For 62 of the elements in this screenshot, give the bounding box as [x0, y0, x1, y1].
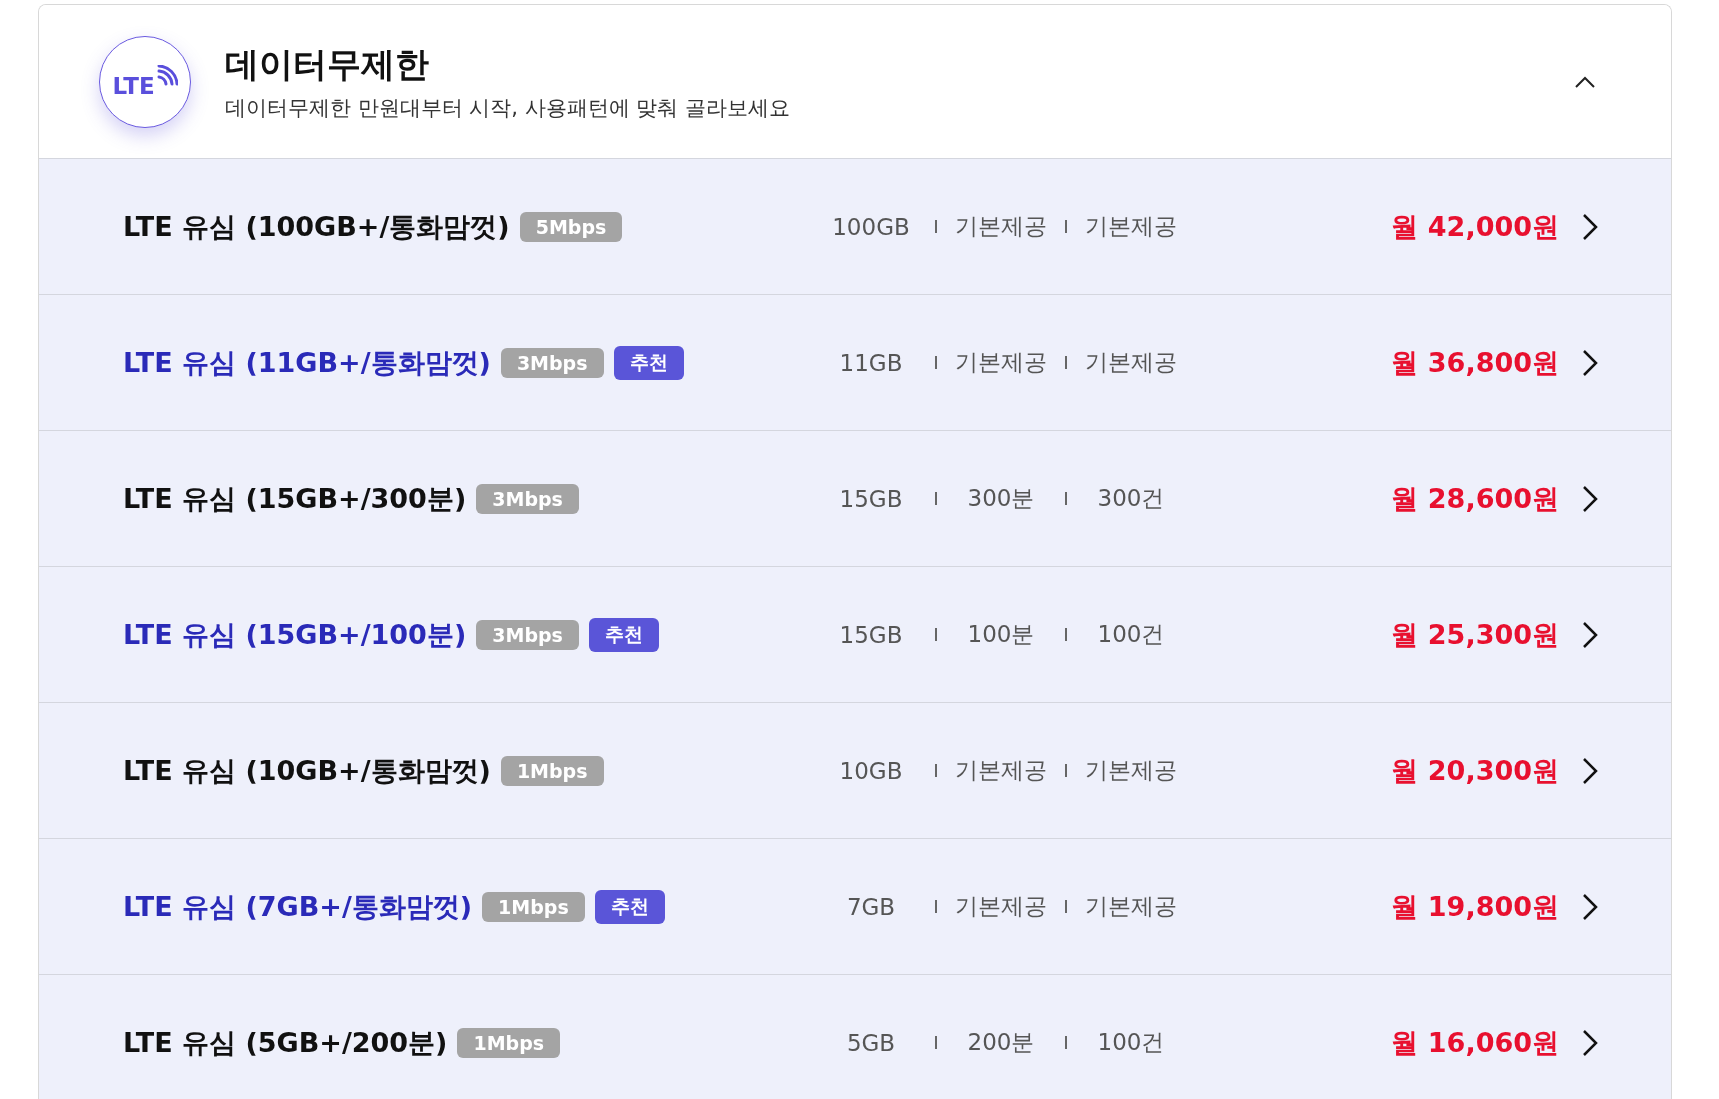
recommend-tag: 추천	[613, 345, 684, 380]
voice-amount: 기본제공	[954, 348, 1048, 377]
sms-amount: 300건	[1096, 484, 1166, 513]
voice-amount: 100분	[966, 620, 1036, 649]
speed-tag: 5Mbps	[519, 211, 623, 242]
plan-price: 월 19,800원	[1391, 889, 1559, 924]
plan-row[interactable]: LTE 유심 (10GB+/통화맘껏) 1Mbps 10GB 기본제공 기본제공 월 20,300원	[39, 702, 1671, 838]
sms-amount: 기본제공	[1084, 756, 1178, 785]
speed-tag: 1Mbps	[482, 891, 585, 922]
data-amount: 10GB	[838, 757, 904, 784]
chevron-right-icon	[1581, 1027, 1599, 1058]
plan-name: LTE 유심 (7GB+/통화맘껏)	[123, 889, 473, 924]
plan-price: 월 20,300원	[1391, 753, 1559, 788]
plan-price: 월 28,600원	[1391, 481, 1559, 516]
data-amount: 7GB	[845, 893, 897, 920]
plan-price: 월 42,000원	[1391, 209, 1559, 244]
data-amount: 5GB	[845, 1029, 897, 1056]
chevron-right-icon	[1581, 211, 1599, 242]
sms-amount: 100건	[1096, 1028, 1166, 1057]
speed-tag: 1Mbps	[457, 1027, 561, 1058]
chevron-right-icon	[1581, 347, 1599, 378]
plan-name: LTE 유심 (100GB+/통화맘껏)	[123, 209, 510, 244]
plan-name: LTE 유심 (15GB+/100분)	[123, 617, 467, 652]
plan-row[interactable]: LTE 유심 (7GB+/통화맘껏) 1Mbps 추천 7GB 기본제공 기본제공 월 19,800원	[39, 838, 1671, 974]
plan-name: LTE 유심 (11GB+/통화맘껏)	[123, 345, 491, 380]
chevron-right-icon	[1581, 619, 1599, 650]
data-amount: 100GB	[831, 213, 911, 240]
chevron-right-icon	[1581, 891, 1599, 922]
sms-amount: 기본제공	[1084, 348, 1178, 377]
data-amount: 11GB	[838, 349, 904, 376]
section-subtitle: 데이터무제한 만원대부터 시작, 사용패턴에 맞춰 골라보세요	[225, 94, 792, 122]
plan-price: 월 36,800원	[1391, 345, 1559, 380]
voice-amount: 기본제공	[954, 756, 1048, 785]
voice-amount: 기본제공	[954, 892, 1048, 921]
data-amount: 15GB	[838, 485, 904, 512]
chevron-right-icon	[1581, 755, 1599, 786]
data-amount: 15GB	[838, 621, 904, 648]
voice-amount: 기본제공	[954, 212, 1048, 241]
plan-price: 월 16,060원	[1391, 1025, 1559, 1060]
plan-name: LTE 유심 (5GB+/200분)	[123, 1025, 448, 1060]
plan-row[interactable]: LTE 유심 (5GB+/200분) 1Mbps 5GB 200분 100건 월 16,060원	[39, 974, 1671, 1099]
plan-row[interactable]: LTE 유심 (15GB+/300분) 3Mbps 15GB 300분 300건 월 28,600원	[39, 430, 1671, 566]
sms-amount: 기본제공	[1084, 212, 1178, 241]
plan-name: LTE 유심 (10GB+/통화맘껏)	[123, 753, 491, 788]
lte-logo-icon: LTE	[99, 35, 191, 128]
recommend-tag: 추천	[588, 617, 659, 652]
speed-tag: 3Mbps	[500, 347, 604, 378]
recommend-tag: 추천	[594, 889, 665, 924]
plan-name: LTE 유심 (15GB+/300분)	[123, 481, 467, 516]
voice-amount: 200분	[966, 1028, 1036, 1057]
sms-amount: 기본제공	[1084, 892, 1178, 921]
speed-tag: 3Mbps	[476, 483, 579, 514]
voice-amount: 300분	[966, 484, 1036, 513]
section-title: 데이터무제한	[225, 42, 430, 86]
sms-amount: 100건	[1096, 620, 1166, 649]
plan-row[interactable]: LTE 유심 (15GB+/100분) 3Mbps 추천 15GB 100분 100건 월 25,300원	[39, 566, 1671, 702]
speed-tag: 3Mbps	[476, 619, 579, 650]
chevron-right-icon	[1581, 483, 1599, 514]
plan-row[interactable]: LTE 유심 (11GB+/통화맘껏) 3Mbps 추천 11GB 기본제공 기본제공 월 36,800원	[39, 294, 1671, 430]
plan-price: 월 25,300원	[1391, 617, 1559, 652]
plan-row[interactable]: LTE 유심 (100GB+/통화맘껏) 5Mbps 100GB 기본제공 기본제공 월 42,000원	[39, 158, 1671, 294]
speed-tag: 1Mbps	[500, 755, 604, 786]
